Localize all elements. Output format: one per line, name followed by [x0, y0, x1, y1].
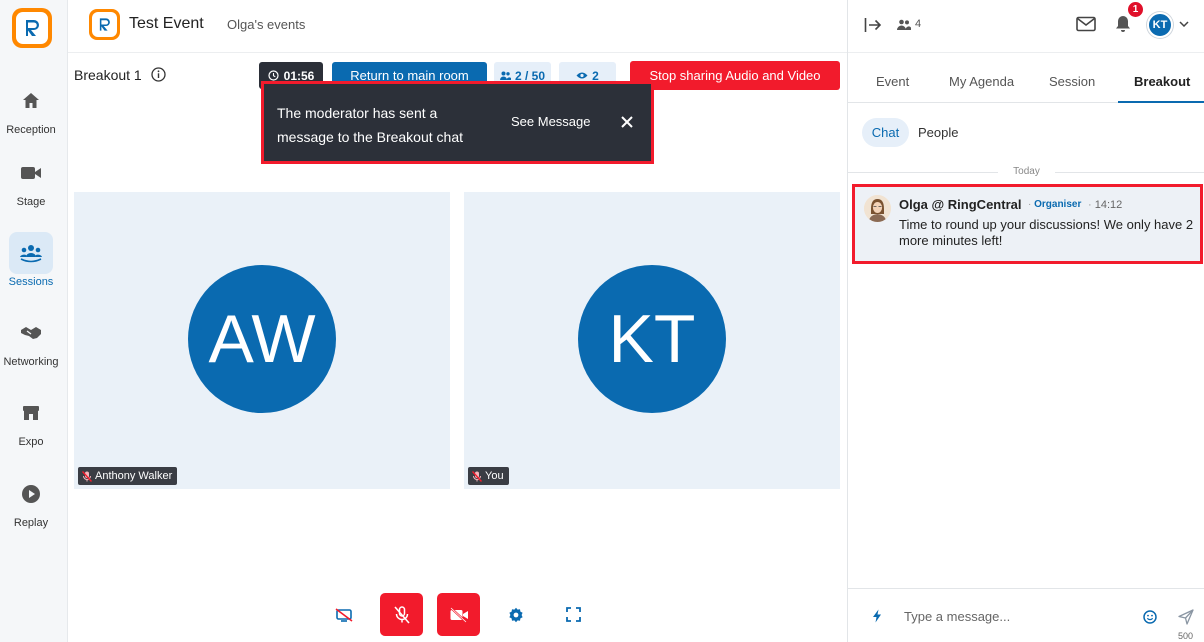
- participant-name: Anthony Walker: [95, 470, 173, 482]
- screen-share-off-button[interactable]: [322, 593, 365, 636]
- left-sidebar: Reception Stage Sessions Networking Expo…: [0, 0, 68, 642]
- mute-microphone-button[interactable]: [380, 593, 423, 636]
- right-panel: 4 1 KT Event My Agenda Session Breakout …: [847, 0, 1204, 642]
- fullscreen-button[interactable]: [552, 593, 595, 636]
- info-icon[interactable]: [151, 67, 166, 82]
- ringcentral-logo-icon: [99, 18, 110, 31]
- gear-icon: [508, 607, 523, 622]
- event-logo[interactable]: [89, 9, 120, 40]
- sidebar-item-label: Reception: [6, 124, 56, 136]
- subtab-chat[interactable]: Chat: [862, 118, 909, 147]
- attendee-count: 4: [915, 18, 922, 30]
- sidebar-item-label: Networking: [3, 356, 59, 368]
- message-role-badge: · Organiser: [1028, 199, 1082, 210]
- video-camera-icon: [9, 152, 53, 194]
- bell-icon: [1116, 16, 1130, 32]
- sidebar-item-reception[interactable]: Reception: [0, 80, 62, 136]
- clock-icon: [268, 70, 279, 81]
- eye-icon: [576, 72, 588, 79]
- panel-header-divider: [848, 52, 1204, 53]
- camera-off-icon: [449, 606, 468, 623]
- close-icon[interactable]: [620, 115, 634, 129]
- chat-composer: 500: [848, 588, 1204, 642]
- sidebar-item-expo[interactable]: Expo: [0, 392, 62, 448]
- video-tile[interactable]: AW Anthony Walker: [74, 192, 450, 489]
- send-icon[interactable]: [1177, 608, 1195, 626]
- participant-avatar: KT: [578, 265, 726, 413]
- ringcentral-logo-icon: [26, 20, 39, 36]
- toast-message: The moderator has sent a message to the …: [277, 105, 463, 145]
- screen-share-off-icon: [335, 607, 352, 622]
- event-title: Test Event: [129, 15, 204, 32]
- lightning-icon[interactable]: [870, 608, 884, 624]
- sidebar-item-label: Replay: [13, 517, 49, 529]
- subtab-people[interactable]: People: [918, 125, 958, 140]
- play-circle-icon: [9, 473, 53, 515]
- tab-session[interactable]: Session: [1049, 74, 1095, 89]
- sidebar-item-networking[interactable]: Networking: [0, 312, 62, 368]
- day-separator: Today: [848, 166, 1204, 180]
- message-input[interactable]: [904, 606, 1124, 626]
- camera-off-button[interactable]: [437, 593, 480, 636]
- participant-avatar: AW: [188, 265, 336, 413]
- sidebar-item-sessions[interactable]: Sessions: [0, 232, 62, 288]
- people-icon: [499, 71, 511, 80]
- breakout-title: Breakout 1: [74, 67, 142, 83]
- home-icon: [9, 80, 53, 122]
- collapse-arrow-icon: [864, 18, 882, 32]
- tab-my-agenda[interactable]: My Agenda: [949, 74, 1014, 89]
- notification-badge: 1: [1128, 2, 1143, 17]
- sidebar-item-stage[interactable]: Stage: [0, 152, 62, 208]
- message-time: 14:12: [1094, 199, 1123, 211]
- sidebar-item-label: Expo: [18, 436, 44, 448]
- day-separator-label: Today: [1013, 166, 1040, 177]
- messages-button[interactable]: [1075, 14, 1097, 34]
- collapse-panel-button[interactable]: [862, 15, 884, 35]
- store-icon: [9, 392, 53, 434]
- message-body: Time to round up your discussions! We on…: [899, 217, 1194, 248]
- events-link[interactable]: Olga's events: [227, 17, 305, 32]
- video-tile[interactable]: KT You: [464, 192, 840, 489]
- see-message-button[interactable]: See Message: [511, 114, 591, 129]
- character-limit: 500: [1177, 631, 1193, 641]
- fullscreen-icon: [566, 607, 581, 622]
- panel-tabs: Event My Agenda Session Breakout: [848, 62, 1204, 103]
- message-author[interactable]: Olga @ RingCentral: [899, 197, 1021, 212]
- handshake-icon: [9, 312, 53, 354]
- people-group-icon: [9, 232, 53, 274]
- tab-breakout[interactable]: Breakout: [1134, 74, 1190, 89]
- sidebar-item-label: Sessions: [8, 276, 54, 288]
- message-author-avatar[interactable]: [864, 195, 891, 222]
- stop-sharing-button[interactable]: Stop sharing Audio and Video: [630, 61, 840, 90]
- mic-off-icon: [393, 605, 410, 624]
- tab-event[interactable]: Event: [876, 74, 909, 89]
- mic-muted-icon: [82, 470, 92, 482]
- participant-name-tag: You: [468, 467, 509, 485]
- sidebar-item-label: Stage: [16, 196, 46, 208]
- app-root: Reception Stage Sessions Networking Expo…: [0, 0, 1204, 642]
- participant-name-tag: Anthony Walker: [78, 467, 178, 485]
- active-tab-indicator: [1118, 101, 1204, 103]
- settings-button[interactable]: [494, 593, 537, 636]
- envelope-icon: [1076, 16, 1096, 32]
- sidebar-item-replay[interactable]: Replay: [0, 473, 62, 529]
- message-timestamp: · 14:12: [1088, 199, 1123, 211]
- user-avatar[interactable]: KT: [1147, 12, 1173, 38]
- notifications-button[interactable]: [1113, 14, 1133, 34]
- message-role: Organiser: [1034, 199, 1082, 210]
- chat-message: Olga @ RingCentral · Organiser · 14:12 T…: [852, 184, 1203, 264]
- emoji-icon[interactable]: [1142, 609, 1158, 625]
- participant-name: You: [485, 470, 504, 482]
- app-logo[interactable]: [12, 8, 52, 48]
- attendees-icon[interactable]: [896, 17, 912, 31]
- mic-muted-icon: [472, 470, 482, 482]
- header-divider: [68, 52, 847, 53]
- chevron-down-icon[interactable]: [1178, 19, 1190, 29]
- moderator-message-toast: The moderator has sent a message to the …: [261, 81, 654, 164]
